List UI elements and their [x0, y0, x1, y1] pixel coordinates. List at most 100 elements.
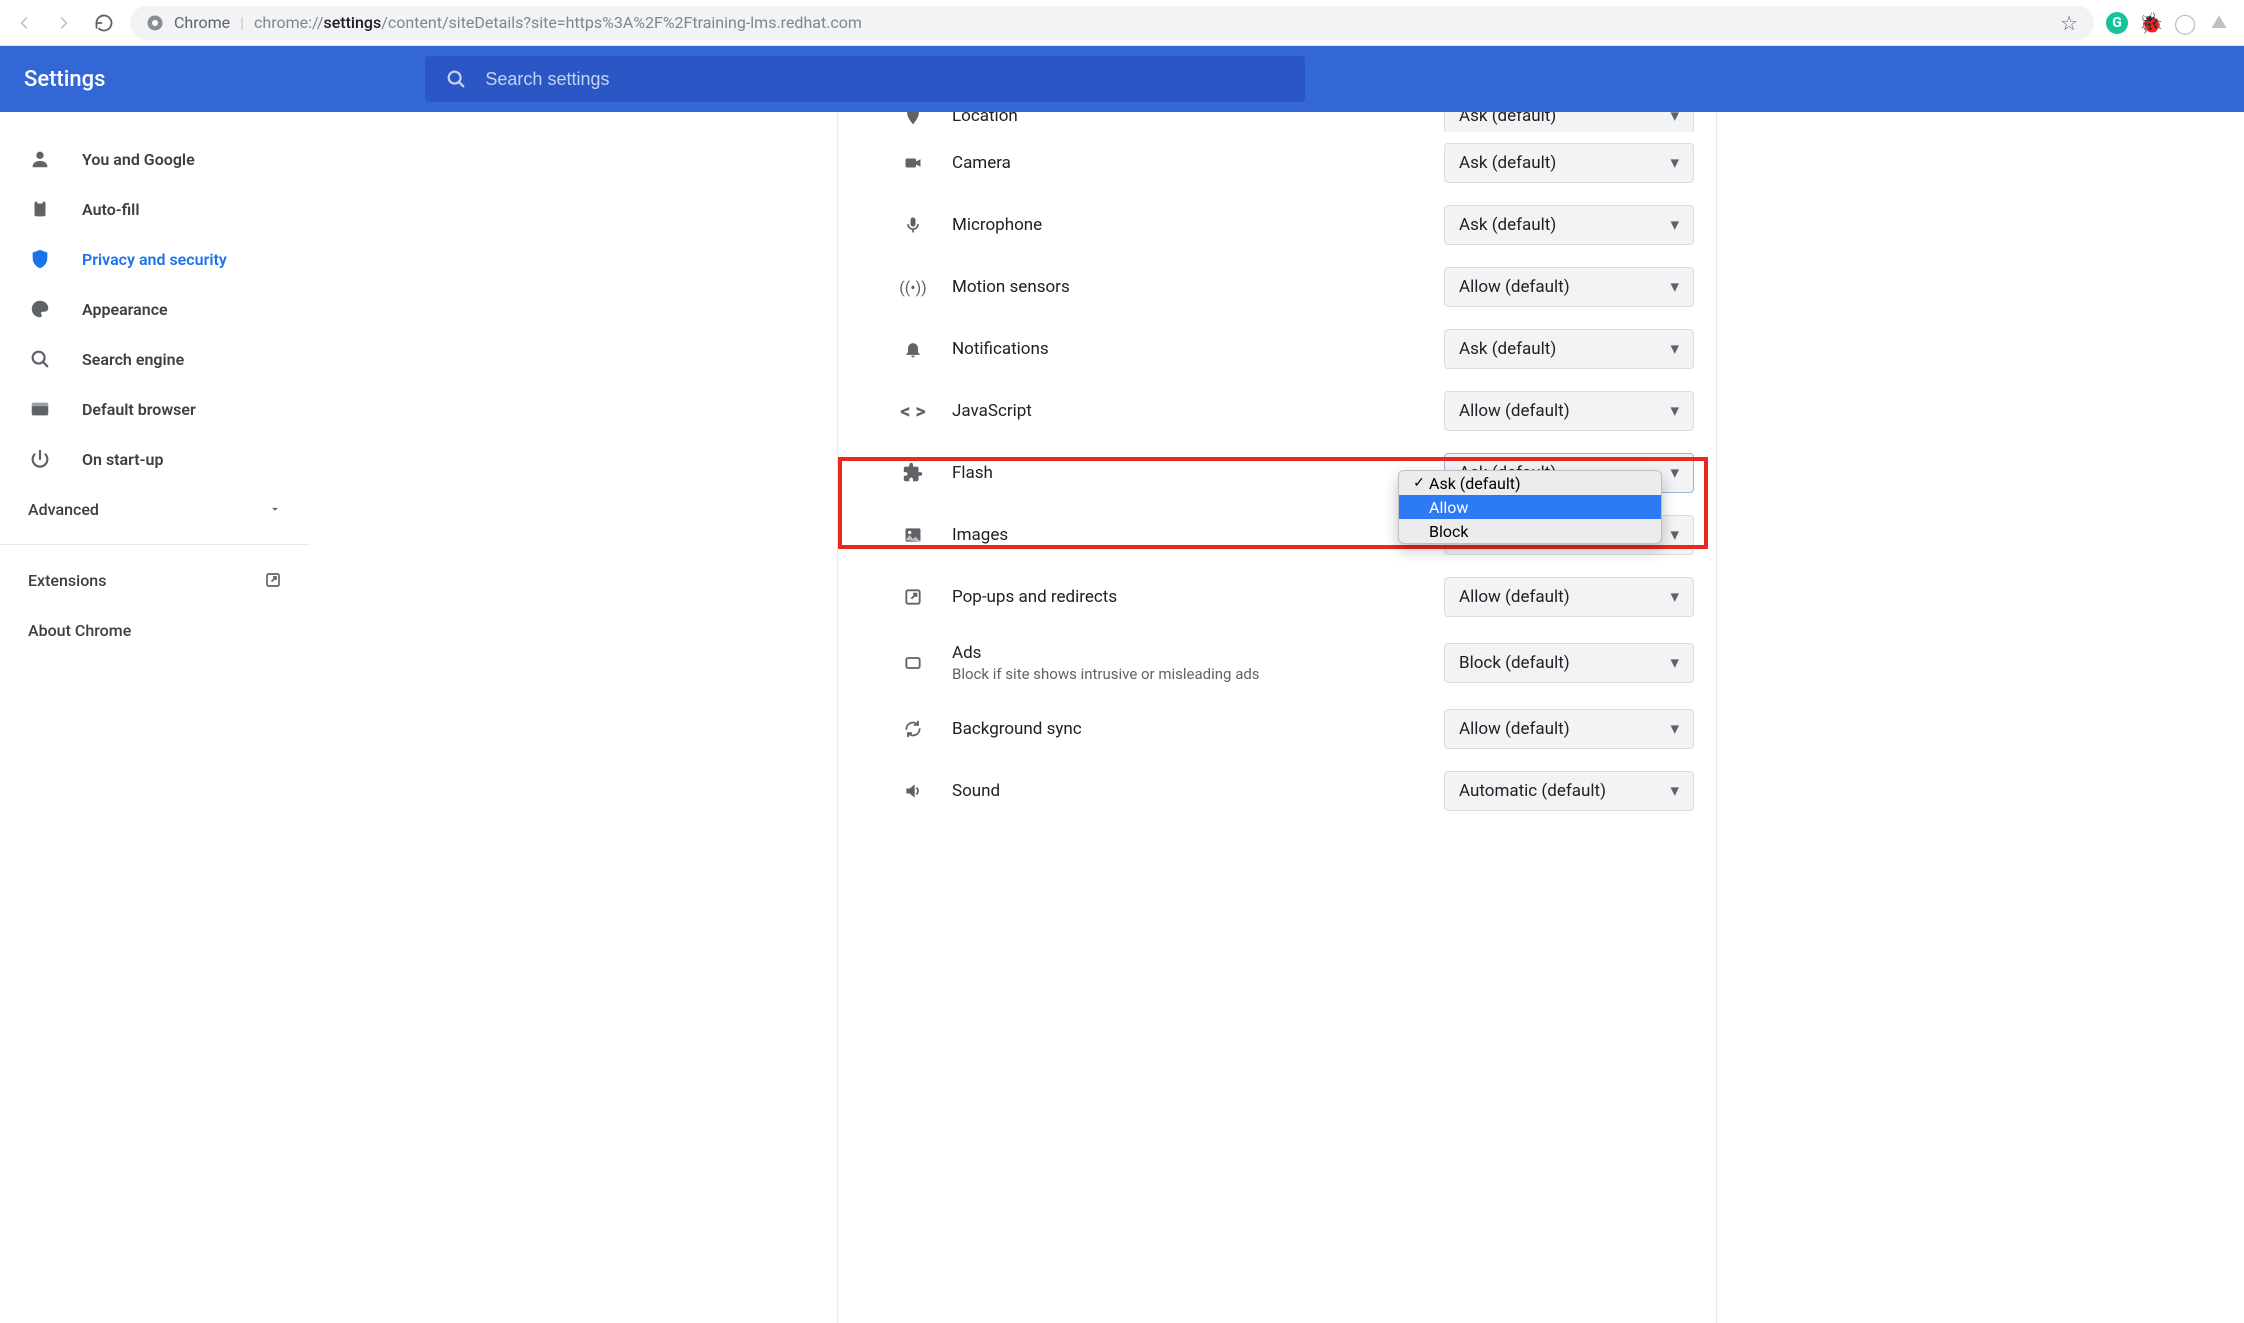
sidebar-item-label: On start-up: [82, 450, 163, 469]
perm-label: Location: [952, 112, 1420, 126]
perm-select-value: Ask (default): [1459, 112, 1556, 126]
perm-select-value: Ask (default): [1459, 339, 1556, 359]
microphone-icon: [898, 215, 928, 235]
sidebar-advanced-toggle[interactable]: Advanced: [0, 484, 310, 534]
perm-row-notifications: Notifications Ask (default) ▾: [838, 318, 1716, 380]
perm-select-value: Allow (default): [1459, 401, 1570, 421]
sidebar-item-label: You and Google: [82, 150, 195, 169]
perm-select-ads[interactable]: Block (default) ▾: [1444, 643, 1694, 683]
perm-select-sound[interactable]: Automatic (default) ▾: [1444, 771, 1694, 811]
dropdown-option-label: Ask (default): [1429, 474, 1521, 493]
perm-select-value: Ask (default): [1459, 215, 1556, 235]
chevron-down-icon: ▾: [1670, 653, 1679, 673]
dropdown-option-allow[interactable]: Allow: [1399, 495, 1661, 519]
chevron-down-icon: ▾: [1670, 153, 1679, 173]
sidebar-extensions[interactable]: Extensions: [0, 555, 310, 605]
perm-label: Images: [952, 525, 1420, 545]
dropdown-option-label: Block: [1429, 522, 1468, 541]
dropdown-option-ask[interactable]: ✓ Ask (default): [1399, 471, 1661, 495]
bookmark-star-icon[interactable]: ☆: [2060, 11, 2078, 35]
sidebar-item-label: Auto-fill: [82, 200, 140, 219]
sidebar-divider: [0, 544, 310, 545]
chevron-down-icon: ▾: [1670, 781, 1679, 801]
sidebar-item-search-engine[interactable]: Search engine: [0, 334, 310, 384]
chevron-down-icon: ▾: [1670, 277, 1679, 297]
puzzle-icon: [898, 462, 928, 484]
perm-select-location[interactable]: Ask (default) ▾: [1444, 112, 1694, 132]
bell-icon: [898, 339, 928, 359]
extension-row: G 🐞 ◯: [2106, 12, 2234, 34]
perm-row-javascript: < > JavaScript Allow (default) ▾: [838, 380, 1716, 442]
perm-select-notifications[interactable]: Ask (default) ▾: [1444, 329, 1694, 369]
chrome-icon: [146, 14, 164, 32]
perm-label: Microphone: [952, 215, 1420, 235]
perm-row-motion: ((•)) Motion sensors Allow (default) ▾: [838, 256, 1716, 318]
perm-label: Notifications: [952, 339, 1420, 359]
perm-select-microphone[interactable]: Ask (default) ▾: [1444, 205, 1694, 245]
perm-row-camera: Camera Ask (default) ▾: [838, 132, 1716, 194]
palette-icon: [28, 298, 52, 320]
about-label: About Chrome: [28, 621, 131, 640]
forward-button[interactable]: [50, 9, 78, 37]
perm-label: Camera: [952, 153, 1420, 173]
sidebar-item-label: Privacy and security: [82, 250, 227, 269]
chevron-down-icon: ▾: [1670, 525, 1679, 545]
settings-main: Location Ask (default) ▾ Camera Ask (def…: [310, 112, 2244, 1323]
extension-bug-icon[interactable]: 🐞: [2140, 12, 2162, 34]
sound-icon: [898, 781, 928, 801]
sidebar-item-label: Appearance: [82, 300, 168, 319]
extension-grammarly-icon[interactable]: G: [2106, 12, 2128, 34]
clipboard-icon: [28, 198, 52, 220]
omnibox-separator: |: [240, 13, 244, 32]
extension-circle-icon[interactable]: ◯: [2174, 12, 2196, 34]
perm-select-motion[interactable]: Allow (default) ▾: [1444, 267, 1694, 307]
ads-icon: [898, 653, 928, 673]
motion-icon: ((•)): [898, 278, 928, 297]
perm-select-camera[interactable]: Ask (default) ▾: [1444, 143, 1694, 183]
perm-select-value: Ask (default): [1459, 153, 1556, 173]
perm-select-javascript[interactable]: Allow (default) ▾: [1444, 391, 1694, 431]
popup-icon: [898, 587, 928, 607]
sidebar-about-chrome[interactable]: About Chrome: [0, 605, 310, 655]
perm-select-popups[interactable]: Allow (default) ▾: [1444, 577, 1694, 617]
sidebar-item-startup[interactable]: On start-up: [0, 434, 310, 484]
sidebar-item-label: Default browser: [82, 400, 196, 419]
omnibox-url: chrome://settings/content/siteDetails?si…: [254, 13, 862, 32]
sidebar-item-autofill[interactable]: Auto-fill: [0, 184, 310, 234]
perm-select-value: Block (default): [1459, 653, 1570, 673]
perm-select-bgsync[interactable]: Allow (default) ▾: [1444, 709, 1694, 749]
settings-search-input[interactable]: [485, 69, 1285, 90]
browser-toolbar: Chrome | chrome://settings/content/siteD…: [0, 0, 2244, 46]
chevron-down-icon: [268, 502, 282, 516]
perm-label: JavaScript: [952, 401, 1420, 421]
address-bar[interactable]: Chrome | chrome://settings/content/siteD…: [130, 6, 2094, 40]
sidebar-item-default-browser[interactable]: Default browser: [0, 384, 310, 434]
chevron-down-icon: ▾: [1670, 339, 1679, 359]
sidebar-item-appearance[interactable]: Appearance: [0, 284, 310, 334]
browser-icon: [28, 398, 52, 420]
perm-row-popups: Pop-ups and redirects Allow (default) ▾: [838, 566, 1716, 628]
sidebar-item-label: Search engine: [82, 350, 184, 369]
chevron-down-icon: ▾: [1670, 401, 1679, 421]
perm-label: Background sync: [952, 719, 1420, 739]
settings-search[interactable]: [425, 56, 1305, 102]
perm-sublabel: Block if site shows intrusive or mislead…: [952, 665, 1420, 683]
check-icon: ✓: [1409, 475, 1429, 491]
search-icon: [445, 68, 467, 90]
chevron-down-icon: ▾: [1670, 463, 1679, 483]
perm-row-bgsync: Background sync Allow (default) ▾: [838, 698, 1716, 760]
perm-select-value: Automatic (default): [1459, 781, 1606, 801]
extension-drive-icon[interactable]: [2208, 12, 2230, 34]
perm-row-microphone: Microphone Ask (default) ▾: [838, 194, 1716, 256]
settings-sidebar: You and Google Auto-fill Privacy and sec…: [0, 112, 310, 1323]
code-icon: < >: [898, 399, 928, 423]
extensions-label: Extensions: [28, 571, 106, 590]
dropdown-option-block[interactable]: Block: [1399, 519, 1661, 543]
reload-button[interactable]: [90, 9, 118, 37]
open-external-icon: [264, 571, 282, 589]
omnibox-brand: Chrome: [174, 13, 230, 32]
back-button[interactable]: [10, 9, 38, 37]
sidebar-item-you-and-google[interactable]: You and Google: [0, 134, 310, 184]
person-icon: [28, 148, 52, 170]
sidebar-item-privacy-security[interactable]: Privacy and security: [0, 234, 310, 284]
